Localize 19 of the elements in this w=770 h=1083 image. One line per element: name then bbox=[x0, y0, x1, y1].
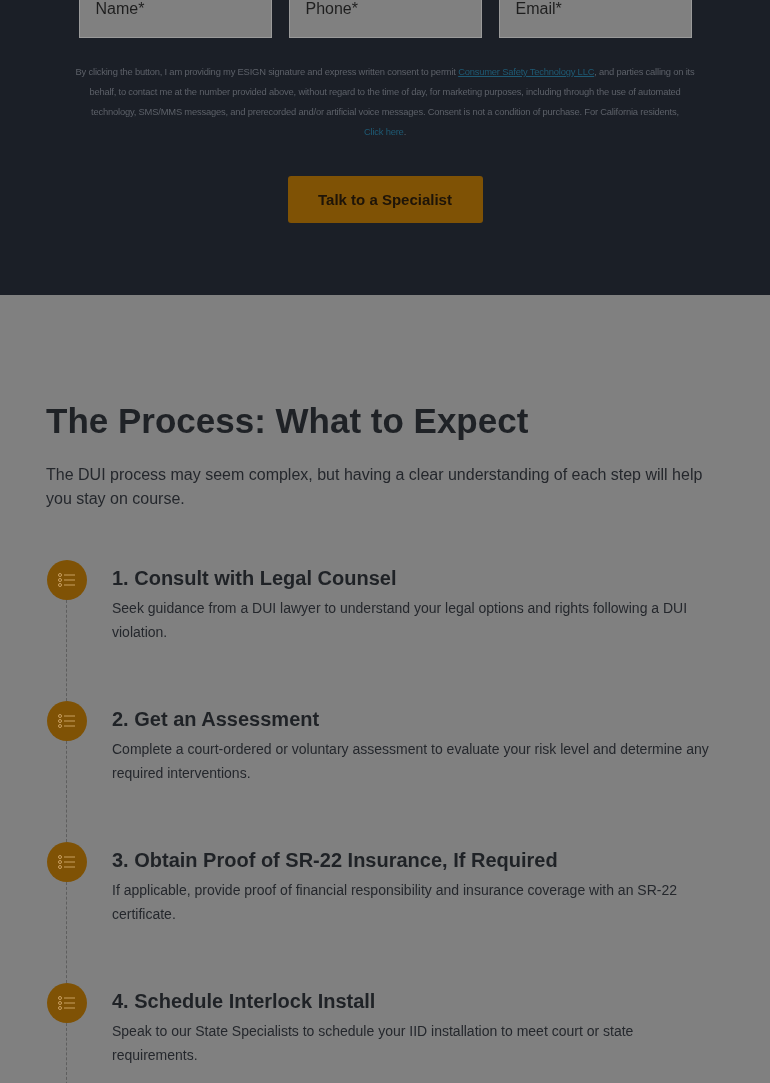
list-icon bbox=[46, 701, 87, 741]
talk-to-specialist-button[interactable]: Talk to a Specialist bbox=[287, 176, 483, 223]
click-here-link[interactable]: Click here bbox=[363, 126, 404, 137]
input-field[interactable]: Phone* bbox=[288, 0, 482, 38]
list-icon bbox=[46, 560, 87, 600]
list-icon bbox=[46, 983, 87, 1023]
step-description: Speak to our State Specialists to schedule your IID installation to meet court or state requirements. bbox=[112, 1022, 635, 1065]
input-field[interactable]: Name* bbox=[78, 0, 272, 38]
section-heading: The Process: What to Expect bbox=[46, 401, 530, 441]
step-description: Complete a court-ordered or voluntary assessment to evaluate your risk level and determine any required interventions. bbox=[112, 740, 710, 783]
step-title: 1. Consult with Legal Counsel bbox=[112, 566, 398, 590]
step-title: 4. Schedule Interlock Install bbox=[112, 989, 377, 1013]
intro-text: The DUI process may seem complex, but having a clear understanding of each step will help you stay on course. bbox=[46, 465, 704, 509]
list-icon bbox=[46, 842, 87, 882]
step-description: Seek guidance from a DUI lawyer to understand your legal options and rights following a DUI violation. bbox=[112, 599, 689, 642]
step-title: 2. Get an Assessment bbox=[112, 707, 321, 731]
step-description: If applicable, provide proof of financial responsibility and insurance coverage with an SR-22 certificate. bbox=[112, 881, 678, 924]
input-field[interactable]: Email* bbox=[498, 0, 692, 38]
step-title: 3. Obtain Proof of SR-22 Insurance, If Required bbox=[112, 848, 559, 872]
